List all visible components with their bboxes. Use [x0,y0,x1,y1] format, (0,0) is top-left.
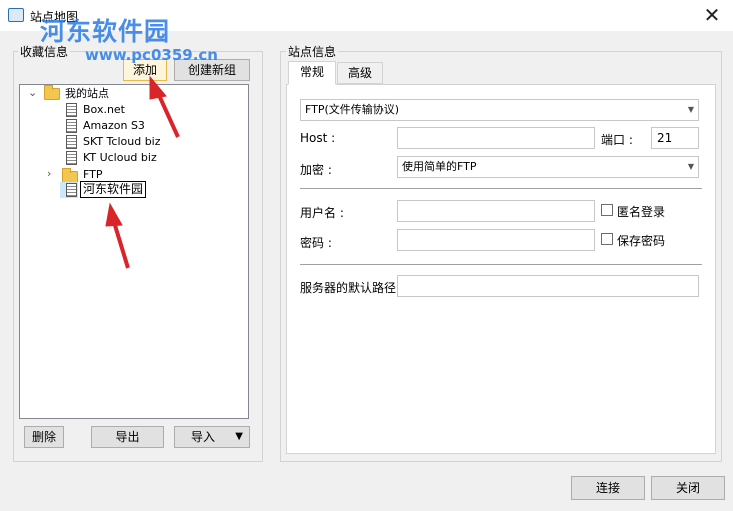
import-button[interactable]: 导入 ▼ [174,426,250,448]
encryption-select[interactable]: 使用简单的FTP ▼ [397,156,699,178]
divider [300,188,702,189]
save-password-label: 保存密码 [617,234,666,248]
username-label: 用户名 : [300,206,344,220]
protocol-value: FTP(文件传输协议) [305,103,400,116]
port-input[interactable]: 21 [651,127,699,149]
site-doc-icon [66,119,77,133]
encryption-value: 使用简单的FTP [402,160,477,173]
protocol-select[interactable]: FTP(文件传输协议) ▼ [300,99,699,121]
site-tree[interactable]: ⌄ 我的站点 Box.net Amazon S3 SKT Tcloud biz … [19,84,249,419]
site-doc-icon [66,103,77,117]
port-label: 端口 : [601,133,633,147]
default-path-label: 服务器的默认路径 [300,281,397,295]
folder-icon [44,85,60,100]
expand-icon[interactable]: › [47,167,51,180]
close-button[interactable]: 关闭 [651,476,725,500]
export-button[interactable]: 导出 [91,426,164,448]
tab-advanced[interactable]: 高级 [337,62,383,84]
close-icon[interactable]: ✕ [699,3,725,27]
host-label: Host : [300,131,336,145]
default-path-input[interactable] [397,275,699,297]
tree-item-skt[interactable]: SKT Tcloud biz [83,134,161,150]
password-input[interactable] [397,229,595,251]
tree-item-kt[interactable]: KT Ucloud biz [83,150,157,166]
site-doc-icon [66,151,77,165]
password-label: 密码 : [300,236,332,250]
tree-item-box[interactable]: Box.net [83,102,125,118]
tree-root-label[interactable]: 我的站点 [65,86,109,102]
chevron-down-icon: ▼ [687,105,694,114]
divider [300,264,702,265]
watermark-logo-text: 河东软件园 [40,17,171,46]
watermark-url: www.pc0359.cn [85,46,218,64]
delete-button[interactable]: 删除 [24,426,64,448]
save-password-checkbox[interactable] [601,233,613,245]
site-doc-icon [66,183,77,197]
chevron-down-icon: ▼ [687,162,694,171]
connect-button[interactable]: 连接 [571,476,645,500]
tab-general[interactable]: 常规 [288,61,336,85]
encryption-label: 加密 : [300,163,332,177]
tree-item-amazon[interactable]: Amazon S3 [83,118,145,134]
anonymous-label: 匿名登录 [617,205,666,219]
host-input[interactable] [397,127,595,149]
collapse-icon[interactable]: ⌄ [28,86,37,99]
app-icon [8,8,24,22]
dropdown-arrow-icon: ▼ [235,431,243,442]
site-info-label: 站点信息 [286,43,339,60]
site-doc-icon [66,135,77,149]
import-label: 导入 [191,430,216,444]
anonymous-checkbox[interactable] [601,204,613,216]
username-input[interactable] [397,200,595,222]
tree-item-rename-input[interactable]: 河东软件园 [80,181,147,198]
